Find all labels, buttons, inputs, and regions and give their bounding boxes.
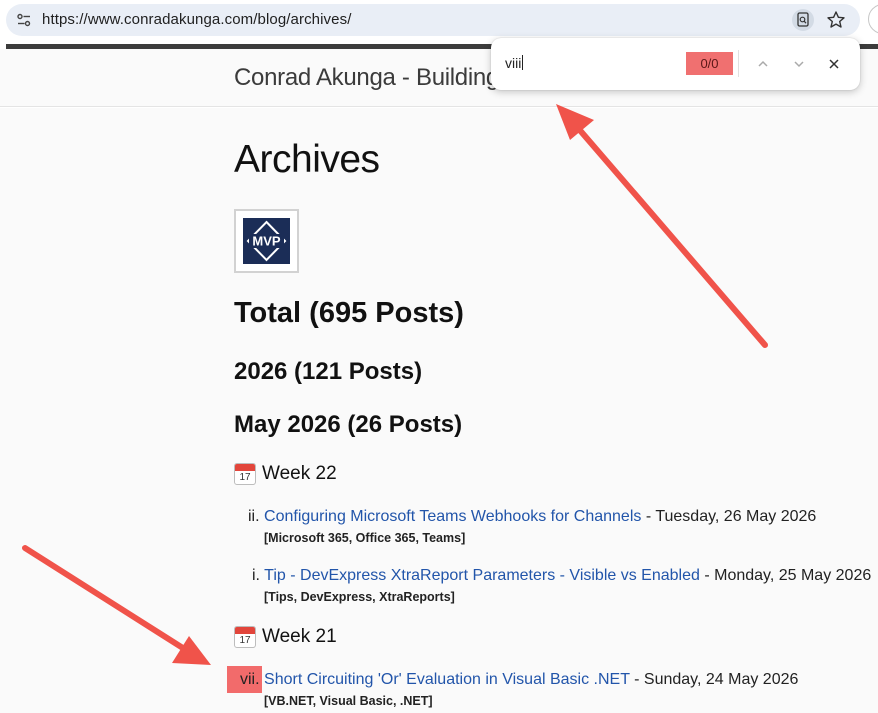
list-marker: vii. xyxy=(240,671,260,688)
find-input[interactable]: viii xyxy=(505,55,524,71)
week-label: Week 22 xyxy=(262,463,337,484)
mvp-logo-icon: MVP xyxy=(243,218,290,264)
post-link[interactable]: Tip - DevExpress XtraReport Parameters -… xyxy=(264,567,700,584)
week-heading: 17 Week 21 xyxy=(234,626,337,648)
browser-window: https://www.conradakunga.com/blog/archiv… xyxy=(0,0,878,713)
list-item: ii. Configuring Microsoft Teams Webhooks… xyxy=(248,508,816,526)
list-item: vii. Short Circuiting 'Or' Evaluation in… xyxy=(240,671,798,689)
total-posts-heading: Total (695 Posts) xyxy=(234,297,464,329)
week-heading: 17 Week 22 xyxy=(234,463,337,485)
page-search-icon[interactable] xyxy=(792,9,814,31)
post-link[interactable]: Short Circuiting 'Or' Evaluation in Visu… xyxy=(264,671,630,688)
post-link[interactable]: Configuring Microsoft Teams Webhooks for… xyxy=(264,508,641,525)
find-previous-button[interactable] xyxy=(752,53,774,75)
find-match-count: 0/0 xyxy=(686,52,733,75)
close-icon xyxy=(829,59,839,69)
list-marker: i. xyxy=(252,567,260,584)
find-next-button[interactable] xyxy=(788,53,810,75)
list-item: i. Tip - DevExpress XtraReport Parameter… xyxy=(252,567,871,585)
mvp-badge-text: MVP xyxy=(252,234,281,249)
post-date: - Monday, 25 May 2026 xyxy=(699,567,872,584)
address-bar[interactable]: https://www.conradakunga.com/blog/archiv… xyxy=(6,4,860,36)
year-heading: 2026 (121 Posts) xyxy=(234,358,423,385)
post-tags: [Tips, DevExpress, XtraReports] xyxy=(264,590,455,604)
list-marker: ii. xyxy=(248,508,260,525)
month-heading: May 2026 (26 Posts) xyxy=(234,411,463,438)
profile-avatar-button[interactable] xyxy=(868,4,878,34)
post-date: - Tuesday, 26 May 2026 xyxy=(641,508,817,525)
find-bar: viii 0/0 xyxy=(491,38,860,90)
bookmark-star-icon[interactable] xyxy=(826,10,846,30)
site-settings-icon[interactable] xyxy=(16,12,32,28)
page-title: Archives xyxy=(234,138,380,181)
post-tags: [VB.NET, Visual Basic, .NET] xyxy=(264,694,433,708)
post-tags: [Microsoft 365, Office 365, Teams] xyxy=(264,531,466,545)
chevron-down-icon xyxy=(794,61,804,68)
chevron-up-icon xyxy=(758,60,768,67)
site-title[interactable]: Conrad Akunga - Building xyxy=(234,64,499,92)
mvp-badge: MVP xyxy=(234,209,299,273)
calendar-icon: 17 xyxy=(234,626,256,648)
find-close-button[interactable] xyxy=(823,53,845,75)
find-divider xyxy=(738,50,739,77)
post-date: - Sunday, 24 May 2026 xyxy=(629,671,799,688)
url-text[interactable]: https://www.conradakunga.com/blog/archiv… xyxy=(42,11,351,28)
main-content: Archives MVP Total (695 Posts) 2026 (121… xyxy=(0,108,878,713)
week-label: Week 21 xyxy=(262,626,337,647)
calendar-icon: 17 xyxy=(234,463,256,485)
